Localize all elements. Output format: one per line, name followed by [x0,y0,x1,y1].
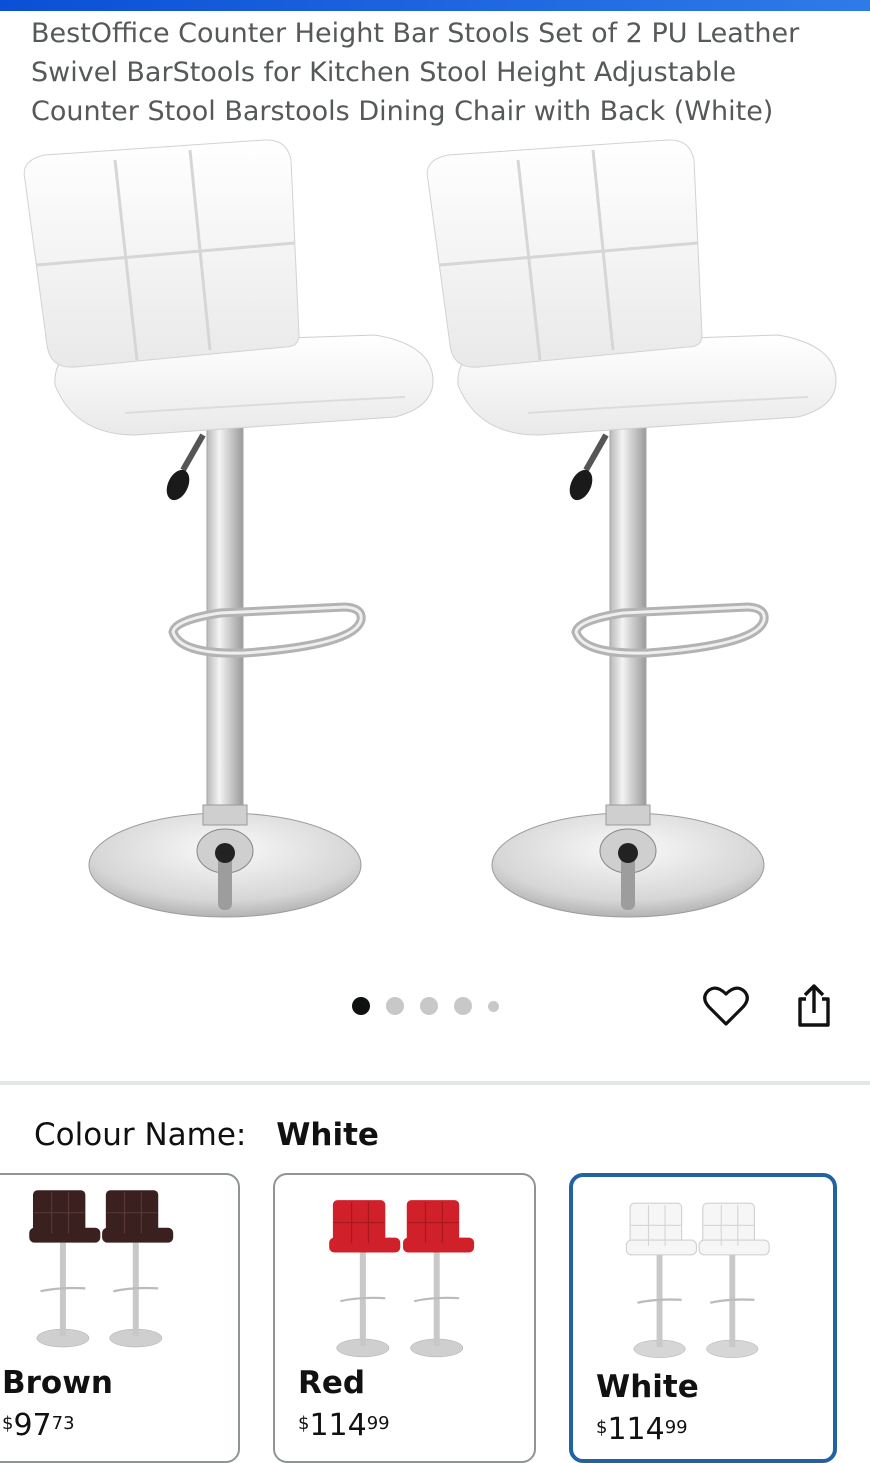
product-image [0,135,870,950]
pagination-dot-2[interactable] [386,997,404,1015]
colour-swatch-red[interactable]: Red $11499 [273,1173,536,1463]
pagination-dot-4[interactable] [454,997,472,1015]
colour-label: Colour Name: [34,1117,247,1153]
swatch-thumbnail [625,1202,771,1359]
swatch-price: $11499 [298,1408,390,1443]
swatch-name: Brown [2,1365,113,1401]
swatch-price: $11499 [596,1412,688,1447]
colour-swatch-brown[interactable]: Brown $9773 [0,1173,240,1463]
product-image-gallery[interactable] [0,135,870,950]
pagination-dot-5[interactable] [488,1000,499,1012]
colour-selector-header: Colour Name: White [34,1114,379,1156]
section-divider [0,1081,870,1085]
share-icon [798,984,830,1027]
pagination-dot-1[interactable] [352,997,370,1015]
colour-swatch-white[interactable]: White $11499 [569,1173,837,1463]
image-pagination-dots[interactable] [352,995,499,1017]
swatch-thumbnail [328,1199,476,1359]
top-accent-bar [0,0,870,11]
heart-icon [703,986,749,1026]
share-button[interactable] [786,978,842,1034]
product-title: BestOffice Counter Height Bar Stools Set… [31,18,800,127]
wishlist-button[interactable] [698,978,754,1034]
pagination-dot-3[interactable] [420,997,438,1015]
swatch-name: Red [298,1365,366,1401]
swatch-price: $9773 [2,1408,75,1443]
swatch-name: White [596,1369,699,1405]
swatch-thumbnail [28,1189,175,1349]
colour-selected-value: White [276,1117,379,1153]
